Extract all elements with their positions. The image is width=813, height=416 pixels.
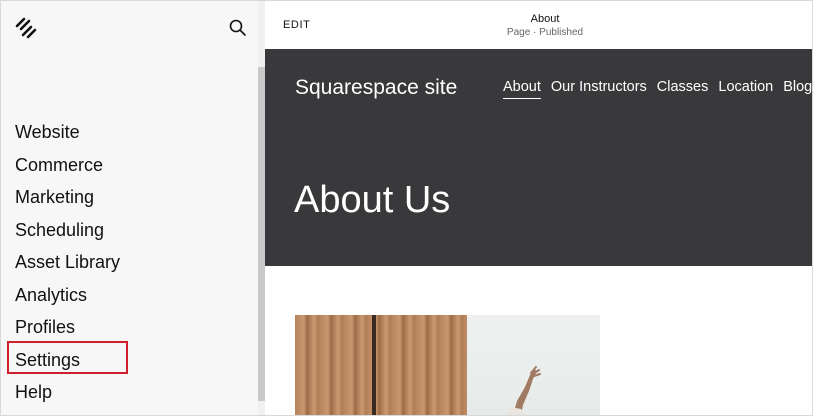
site-hero: Squarespace site About Our Instructors C… — [265, 49, 812, 266]
site-title[interactable]: Squarespace site — [295, 76, 457, 100]
squarespace-logo-icon[interactable] — [14, 16, 38, 40]
hero-heading: About Us — [294, 179, 451, 221]
editor-preview: EDIT About Page · Published Squarespace … — [265, 1, 812, 415]
site-nav-our-instructors[interactable]: Our Instructors — [551, 79, 647, 99]
sidebar-item-scheduling[interactable]: Scheduling — [15, 214, 120, 247]
about-image — [295, 315, 600, 415]
sidebar-item-commerce[interactable]: Commerce — [15, 149, 120, 182]
sidebar-item-help[interactable]: Help — [15, 376, 120, 409]
sidebar-item-profiles[interactable]: Profiles — [15, 311, 120, 344]
page-title: About — [530, 13, 560, 25]
sidebar-item-asset-library[interactable]: Asset Library — [15, 246, 120, 279]
edit-button[interactable]: EDIT — [283, 19, 310, 31]
site-nav-location[interactable]: Location — [718, 79, 773, 99]
raised-arm-figure — [507, 366, 541, 415]
sidebar-item-website[interactable]: Website — [15, 116, 120, 149]
sidebar-item-marketing[interactable]: Marketing — [15, 181, 120, 214]
sidebar: Website Commerce Marketing Scheduling As… — [1, 1, 258, 415]
sidebar-item-analytics[interactable]: Analytics — [15, 279, 120, 312]
editor-topbar: EDIT About Page · Published — [265, 1, 812, 49]
page-status: Page · Published — [506, 27, 584, 38]
wood-seam — [372, 315, 376, 415]
search-icon[interactable] — [227, 17, 249, 39]
site-nav-classes[interactable]: Classes — [657, 79, 709, 99]
page-info: About Page · Published — [454, 13, 636, 40]
site-nav-blog[interactable]: Blog — [783, 79, 812, 99]
settings-highlight-box — [7, 341, 128, 374]
scrollbar-thumb[interactable] — [258, 67, 265, 401]
site-nav-about[interactable]: About — [503, 79, 541, 99]
site-nav: About Our Instructors Classes Location B… — [503, 79, 812, 99]
wood-panel — [295, 315, 467, 415]
app-window: Website Commerce Marketing Scheduling As… — [0, 0, 813, 416]
sidebar-scrollbar[interactable] — [258, 1, 265, 415]
